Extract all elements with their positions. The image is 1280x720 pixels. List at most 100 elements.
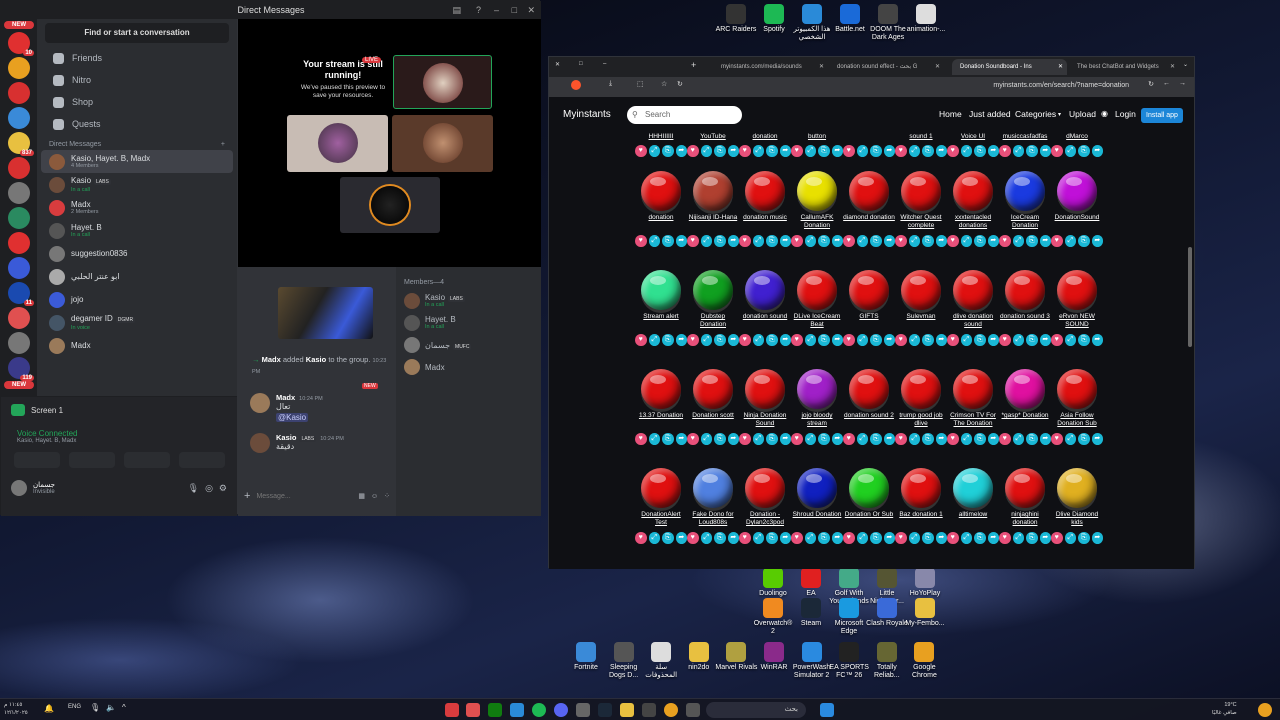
download-icon[interactable]: ➦ [675, 235, 687, 247]
sound-label[interactable]: Stream alert [635, 313, 687, 331]
download-icon[interactable]: ➦ [935, 334, 947, 346]
sound-label[interactable]: trump good job dlive [895, 412, 947, 430]
close-icon[interactable]: ✕ [1170, 59, 1175, 75]
sound-item[interactable]: donation ♥ ⤢ ⎘ ➦ [739, 133, 791, 157]
install-app-button[interactable]: Install app [1141, 108, 1183, 123]
volume-icon[interactable]: 🔈 [106, 703, 116, 712]
close-icon[interactable]: ✕ [819, 59, 824, 75]
dm-item[interactable]: Kasio, Hayet. B, Madx 4 Members [41, 150, 233, 173]
sound-item[interactable]: Donation scott ♥ ⤢ ⎘ ➦ [687, 369, 739, 445]
sound-label[interactable]: donation sound 3 [999, 313, 1051, 331]
avatar[interactable] [250, 433, 270, 453]
link-icon[interactable]: ⎘ [922, 532, 934, 544]
sound-label[interactable]: DonationSound [1051, 214, 1103, 232]
link-icon[interactable]: ⎘ [662, 532, 674, 544]
sound-label[interactable]: diamond donation [843, 214, 895, 232]
link-icon[interactable]: ⎘ [922, 334, 934, 346]
favorite-icon[interactable]: ♥ [999, 433, 1011, 445]
download-icon[interactable]: ➦ [779, 145, 791, 157]
sound-item[interactable]: GIFTS ♥ ⤢ ⎘ ➦ [843, 270, 895, 346]
favorite-icon[interactable]: ♥ [999, 235, 1011, 247]
sound-item[interactable]: DLive IceCream Beat ♥ ⤢ ⎘ ➦ [791, 270, 843, 346]
play-button[interactable] [693, 171, 733, 211]
sound-item[interactable]: alltimelow ♥ ⤢ ⎘ ➦ [947, 468, 999, 544]
nav-shop[interactable]: Shop [37, 91, 237, 113]
sound-label[interactable]: Donation scott [687, 412, 739, 430]
desktop-icon[interactable]: HoYoPlay [903, 568, 947, 598]
message-input[interactable]: Message... [256, 493, 290, 500]
server-icon[interactable] [8, 57, 30, 79]
download-icon[interactable]: ➦ [1091, 433, 1103, 445]
search-input[interactable]: بحث [706, 702, 806, 718]
favorite-icon[interactable]: ♥ [635, 334, 647, 346]
download-icon[interactable]: ➦ [883, 532, 895, 544]
close-icon[interactable]: ✕ [555, 61, 560, 68]
favorite-icon[interactable]: ♥ [999, 145, 1011, 157]
sound-item[interactable]: Donation Or Sub ♥ ⤢ ⎘ ➦ [843, 468, 895, 544]
spotify-icon[interactable] [532, 703, 546, 717]
favorite-icon[interactable]: ♥ [947, 433, 959, 445]
sound-item[interactable]: Dubstep Donation ♥ ⤢ ⎘ ➦ [687, 270, 739, 346]
desktop-icon[interactable]: Google Chrome [902, 642, 946, 680]
download-icon[interactable]: ⤓ [609, 80, 612, 88]
discord-icon[interactable] [554, 703, 568, 717]
link-icon[interactable]: ⎘ [766, 235, 778, 247]
share-icon[interactable]: ⬚ [637, 80, 644, 88]
link-icon[interactable]: ⎘ [662, 235, 674, 247]
sound-item[interactable]: Voice UI ♥ ⤢ ⎘ ➦ [947, 133, 999, 157]
download-icon[interactable]: ➦ [935, 532, 947, 544]
play-button[interactable] [953, 171, 993, 211]
share-icon[interactable]: ⤢ [908, 433, 920, 445]
star-icon[interactable]: ☆ [661, 80, 667, 88]
sound-label[interactable]: Shroud Donation [791, 511, 843, 529]
member-item[interactable]: Hayet. B In a call [396, 312, 541, 334]
folder-icon[interactable] [620, 703, 634, 717]
link-icon[interactable]: ⎘ [922, 145, 934, 157]
sound-item[interactable]: Crimson TV For The Donation ♥ ⤢ ⎘ ➦ [947, 369, 999, 445]
favorite-icon[interactable]: ♥ [999, 532, 1011, 544]
desktop-icon[interactable]: My-Fembo... [903, 598, 947, 628]
sound-label[interactable]: IceCream Donation [999, 214, 1051, 232]
headphones-icon[interactable]: ◎ [205, 483, 213, 494]
sound-label[interactable]: CallumAFK Donation [791, 214, 843, 232]
favorite-icon[interactable]: ♥ [739, 145, 751, 157]
link-icon[interactable]: ⎘ [974, 334, 986, 346]
download-icon[interactable]: ➦ [883, 235, 895, 247]
gear-icon[interactable]: ⚙ [219, 483, 227, 494]
sound-label[interactable]: DonationAlert Test [635, 511, 687, 529]
server-icon[interactable] [8, 232, 30, 254]
server-icon[interactable]: 11 [8, 282, 34, 306]
share-icon[interactable]: ⤢ [648, 334, 660, 346]
nav-friends[interactable]: Friends [37, 47, 237, 69]
dm-item[interactable]: Madx 2 Members [37, 196, 237, 219]
share-icon[interactable]: ⤢ [700, 235, 712, 247]
download-icon[interactable]: ➦ [1039, 433, 1051, 445]
share-icon[interactable]: ⤢ [648, 235, 660, 247]
member-item[interactable]: Madx [396, 356, 541, 378]
sound-label[interactable]: donation [739, 133, 791, 142]
link-icon[interactable]: ⎘ [818, 235, 830, 247]
server-icon[interactable]: 10 [8, 32, 34, 56]
image-attachment[interactable] [278, 287, 373, 339]
author-name[interactable]: Madx [276, 393, 295, 402]
sound-item[interactable]: *gasp* Donation ♥ ⤢ ⎘ ➦ [999, 369, 1051, 445]
play-button[interactable] [745, 468, 785, 508]
sound-item[interactable]: Shroud Donation ♥ ⤢ ⎘ ➦ [791, 468, 843, 544]
sound-item[interactable]: Asia Follow Donation Sub ♥ ⤢ ⎘ ➦ [1051, 369, 1103, 445]
share-icon[interactable]: ⤢ [804, 334, 816, 346]
favorite-icon[interactable]: ♥ [843, 145, 855, 157]
play-button[interactable] [849, 171, 889, 211]
inbox-icon[interactable]: ▤ [452, 1, 461, 19]
share-icon[interactable]: ⤢ [856, 235, 868, 247]
favorite-icon[interactable]: ♥ [791, 235, 803, 247]
server-icon[interactable] [8, 307, 30, 329]
play-button[interactable] [797, 369, 837, 409]
member-item[interactable]: Kasio LABS In a call [396, 290, 541, 312]
favorite-icon[interactable]: ♥ [739, 334, 751, 346]
link-icon[interactable]: ⎘ [714, 235, 726, 247]
link-icon[interactable]: ⎘ [1026, 433, 1038, 445]
favorite-icon[interactable]: ♥ [687, 532, 699, 544]
link-icon[interactable]: ⎘ [1026, 334, 1038, 346]
avatar[interactable] [11, 480, 27, 496]
play-button[interactable] [693, 468, 733, 508]
